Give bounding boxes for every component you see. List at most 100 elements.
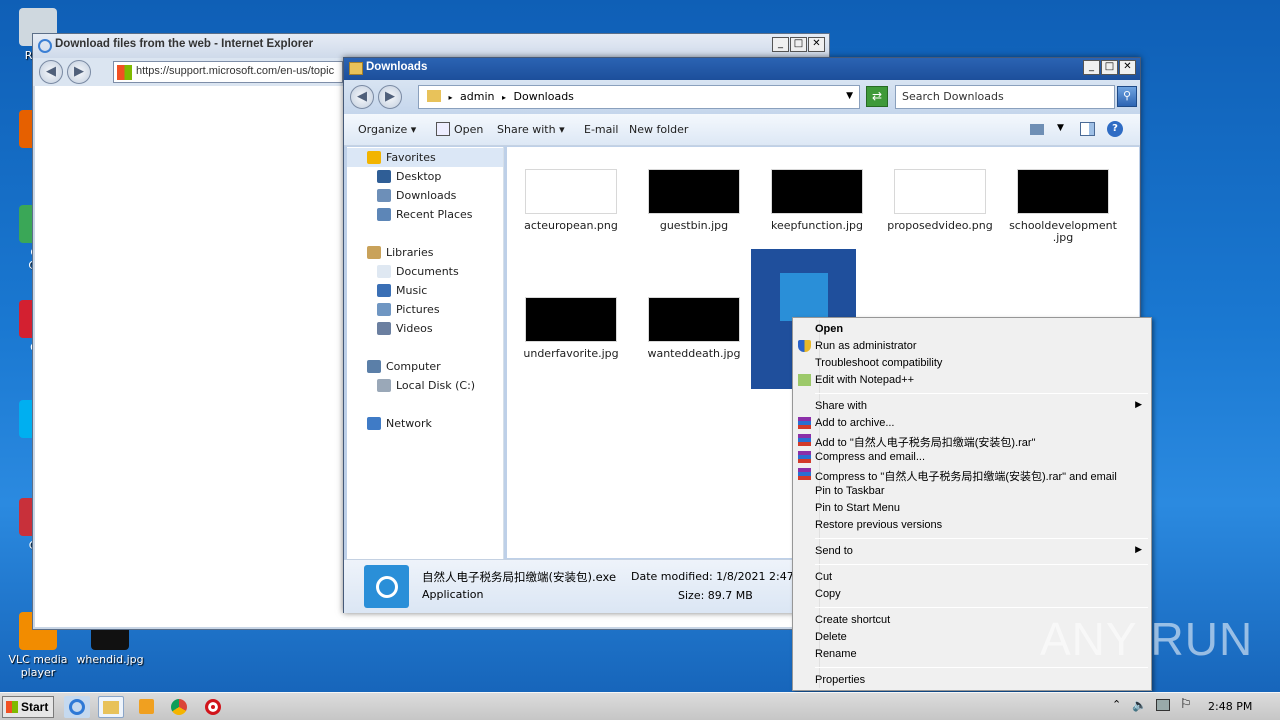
- navigation-pane: Favorites Desktop Downloads Recent Places Li…: [347, 147, 504, 559]
- chevron-down-icon[interactable]: ▼: [1057, 123, 1064, 133]
- file-item[interactable]: guestbin.jpg: [634, 169, 754, 232]
- menu-item-label: Open: [815, 323, 844, 335]
- sidebar-item-downloads[interactable]: Downloads: [347, 186, 503, 205]
- menu-item-label: Pin to Start Menu: [815, 502, 900, 514]
- menu-item-label: Pin to Taskbar: [815, 485, 885, 497]
- view-icon[interactable]: [1030, 124, 1044, 135]
- explorer-taskbar-icon[interactable]: [98, 696, 124, 718]
- desktop-icon-label: VLC media player: [8, 653, 68, 679]
- media-player-taskbar-icon[interactable]: [133, 696, 159, 718]
- sidebar-item-documents[interactable]: Documents: [347, 262, 503, 281]
- chrome-taskbar-icon[interactable]: [166, 696, 192, 718]
- menu-item-copy[interactable]: Copy: [796, 586, 1148, 603]
- menu-item-add-to-archive[interactable]: Add to archive...: [796, 415, 1148, 432]
- start-button[interactable]: Start: [2, 696, 54, 718]
- menu-item-add-to-rar[interactable]: Add to "自然人电子税务局扣缴端(安装包).rar": [796, 432, 1148, 449]
- sidebar-item-local-disk-c[interactable]: Local Disk (C:): [347, 376, 503, 395]
- sidebar-item-desktop[interactable]: Desktop: [347, 167, 503, 186]
- menu-item-compress-and-email[interactable]: Compress and email...: [796, 449, 1148, 466]
- share-with-button[interactable]: Share with ▾: [497, 123, 565, 136]
- help-icon[interactable]: ?: [1107, 121, 1123, 137]
- menu-item-compress-to-rar-and-email[interactable]: Compress to "自然人电子税务局扣缴端(安装包).rar" and e…: [796, 466, 1148, 483]
- explorer-window-buttons: _ □ ✕: [1083, 60, 1136, 75]
- network-icon[interactable]: [1156, 699, 1170, 711]
- file-item[interactable]: keepfunction.jpg: [757, 169, 877, 232]
- clock[interactable]: 2:48 PM: [1208, 700, 1252, 713]
- sidebar-item-music[interactable]: Music: [347, 281, 503, 300]
- new-folder-button[interactable]: New folder: [629, 123, 688, 136]
- breadcrumb-admin[interactable]: admin: [460, 90, 494, 103]
- email-button[interactable]: E-mail: [584, 123, 619, 136]
- maximize-button[interactable]: □: [790, 37, 807, 52]
- menu-item-edit-with-notepad[interactable]: Edit with Notepad++: [796, 372, 1148, 389]
- refresh-icon[interactable]: ⇄: [866, 86, 888, 107]
- sidebar-item-icon: [377, 265, 391, 278]
- sidebar-item-favorites[interactable]: Favorites: [347, 148, 503, 167]
- ie-taskbar-icon[interactable]: [64, 696, 90, 718]
- preview-pane-icon[interactable]: [1080, 122, 1095, 136]
- breadcrumb[interactable]: ▸ admin ▸ Downloads ▼: [418, 85, 860, 109]
- minimize-button[interactable]: _: [772, 37, 789, 52]
- file-item[interactable]: wanteddeath.jpg: [634, 297, 754, 360]
- sidebar-item-icon: [367, 246, 381, 259]
- menu-item-send-to[interactable]: Send to ▶: [796, 543, 1148, 560]
- menu-item-label: Cut: [815, 571, 833, 583]
- opera-taskbar-icon[interactable]: [200, 696, 226, 718]
- address-bar[interactable]: https://support.microsoft.com/en-us/topi…: [113, 61, 343, 83]
- rar-icon: [798, 417, 811, 429]
- file-name: guestbin.jpg: [659, 219, 729, 232]
- file-item[interactable]: acteuropean.png: [511, 169, 631, 232]
- menu-item-open[interactable]: Open: [796, 321, 1148, 338]
- submenu-arrow-icon: ▶: [1135, 544, 1142, 554]
- open-button[interactable]: Open: [454, 123, 483, 136]
- sidebar-item-network[interactable]: Network: [347, 414, 503, 433]
- file-item[interactable]: underfavorite.jpg: [511, 297, 631, 360]
- back-button[interactable]: ◀: [39, 60, 63, 84]
- menu-item-run-as-administrator[interactable]: Run as administrator: [796, 338, 1148, 355]
- file-item[interactable]: proposedvideo.png: [880, 169, 1000, 232]
- sidebar-item-pictures[interactable]: Pictures: [347, 300, 503, 319]
- menu-item-cut[interactable]: Cut: [796, 569, 1148, 586]
- file-thumbnail: [771, 169, 863, 214]
- sidebar-item-libraries[interactable]: Libraries: [347, 243, 503, 262]
- menu-item-properties[interactable]: Properties: [796, 672, 1148, 689]
- organize-button[interactable]: Organize ▾: [358, 123, 416, 136]
- watermark: ANY RUN: [1040, 613, 1254, 665]
- close-button[interactable]: ✕: [1119, 60, 1136, 75]
- file-thumbnail: [525, 169, 617, 214]
- sidebar-item-icon: [377, 208, 391, 221]
- sidebar-item-icon: [367, 360, 381, 373]
- volume-icon[interactable]: 🔈: [1132, 698, 1147, 712]
- sidebar-item-videos[interactable]: Videos: [347, 319, 503, 338]
- search-input[interactable]: Search Downloads: [895, 85, 1115, 109]
- menu-item-restore-previous-versions[interactable]: Restore previous versions: [796, 517, 1148, 534]
- sidebar-item-label: Downloads: [396, 189, 457, 202]
- sidebar-item-label: Recent Places: [396, 208, 473, 221]
- maximize-button[interactable]: □: [1101, 60, 1118, 75]
- breadcrumb-downloads[interactable]: Downloads: [514, 90, 574, 103]
- menu-item-share-with[interactable]: Share with ▶: [796, 398, 1148, 415]
- detail-filename: 自然人电子税务局扣缴端(安装包).exe: [422, 570, 617, 584]
- action-center-icon[interactable]: ⚐: [1180, 697, 1192, 712]
- menu-item-troubleshoot-compatibility[interactable]: Troubleshoot compatibility: [796, 355, 1148, 372]
- forward-button[interactable]: ▶: [67, 60, 91, 84]
- menu-item-pin-to-taskbar[interactable]: Pin to Taskbar: [796, 483, 1148, 500]
- menu-item-pin-to-start-menu[interactable]: Pin to Start Menu: [796, 500, 1148, 517]
- sidebar-item-label: Favorites: [386, 151, 436, 164]
- open-icon: [436, 122, 450, 136]
- menu-item-label: Rename: [815, 648, 857, 660]
- back-button[interactable]: ◀: [350, 85, 374, 109]
- chevron-down-icon[interactable]: ▼: [846, 91, 853, 101]
- command-bar: Organize ▾ Open Share with ▾ E-mail New …: [344, 114, 1140, 146]
- sidebar-item-computer[interactable]: Computer: [347, 357, 503, 376]
- search-icon[interactable]: ⚲: [1117, 86, 1137, 107]
- file-thumbnail: [648, 169, 740, 214]
- show-hidden-icons[interactable]: ⌃: [1112, 698, 1121, 711]
- forward-button[interactable]: ▶: [378, 85, 402, 109]
- minimize-button[interactable]: _: [1083, 60, 1100, 75]
- detail-type: Application: [422, 588, 484, 601]
- menu-item-label: Delete: [815, 631, 847, 643]
- file-item[interactable]: schooldevelopment .jpg: [1003, 169, 1123, 244]
- sidebar-item-recent-places[interactable]: Recent Places: [347, 205, 503, 224]
- close-button[interactable]: ✕: [808, 37, 825, 52]
